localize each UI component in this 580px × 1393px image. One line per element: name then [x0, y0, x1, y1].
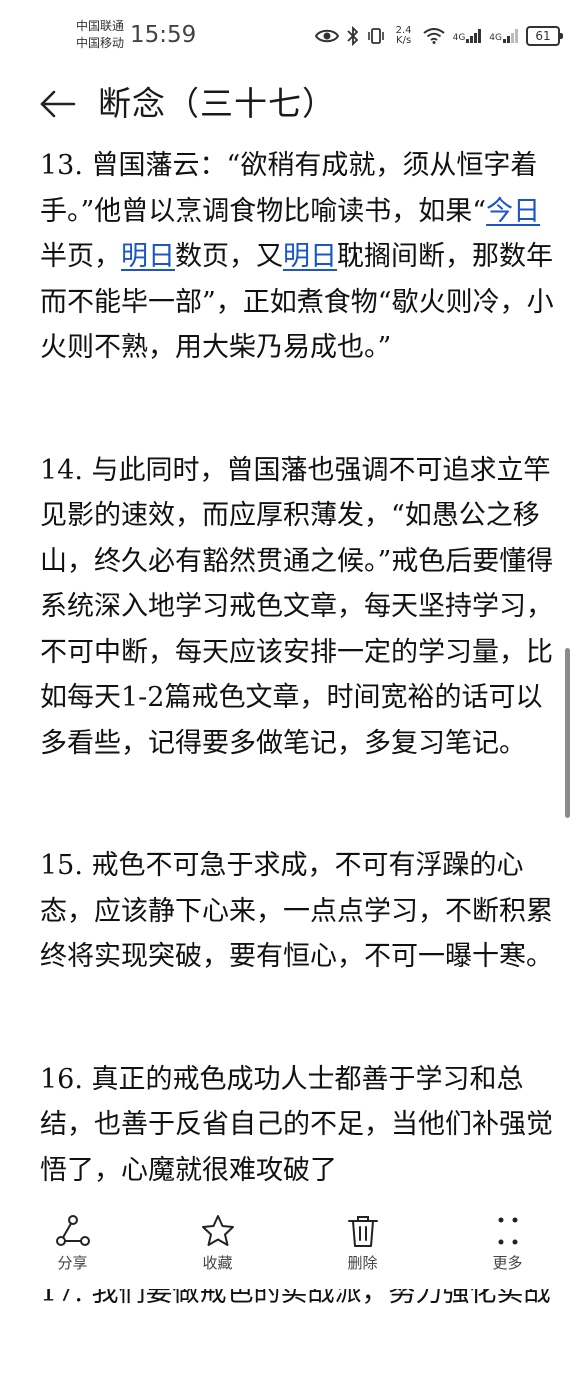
net-speed-unit: K/s [396, 35, 412, 46]
favorite-label: 收藏 [202, 1254, 233, 1272]
net-speed: 2.4 K/s [393, 26, 415, 46]
trash-icon [347, 1216, 378, 1247]
share-button[interactable]: 分享 [0, 1200, 145, 1289]
carrier-labels: 中国联通 中国移动 [76, 18, 124, 52]
carrier-2: 中国移动 [76, 36, 125, 50]
link-tomorrow-2[interactable]: 明日 [283, 241, 337, 272]
signal-2: 4G [489, 29, 518, 43]
delete-label: 删除 [347, 1254, 378, 1272]
battery-icon: 61 [526, 26, 563, 46]
status-bar: 中国联通 中国移动 15:59 2.4 K/s 4G 4G 61 [0, 0, 580, 70]
back-button[interactable] [38, 84, 78, 124]
more-dots-icon [498, 1217, 517, 1245]
eye-icon [314, 29, 339, 43]
paragraph-13: 13. 曾国藩云：“欲稍有成就，须从恒字着手。”他曾以烹调食物比喻读书，如果“今… [40, 143, 555, 371]
scrollbar[interactable] [565, 648, 570, 818]
app-header: 断念（三十七） [0, 72, 580, 136]
star-icon [201, 1215, 234, 1246]
wifi-icon [422, 28, 445, 44]
favorite-button[interactable]: 收藏 [145, 1200, 290, 1289]
more-label: 更多 [492, 1254, 523, 1272]
paragraph-text: 数页，又 [175, 241, 283, 272]
more-button[interactable]: 更多 [435, 1200, 580, 1289]
bottom-toolbar: 分享 收藏 删除 更多 [0, 1200, 580, 1289]
vibrate-icon [367, 28, 384, 44]
delete-button[interactable]: 删除 [290, 1200, 435, 1289]
bluetooth-icon [346, 26, 358, 46]
signal-1: 4G [453, 29, 482, 43]
paragraph-15: 15. 戒色不可急于求成，不可有浮躁的心态，应该静下心来，一点点学习，不断积累终… [40, 850, 553, 972]
page-title: 断念（三十七） [98, 84, 336, 123]
signal-1-label: 4G [452, 33, 466, 43]
paragraph-text: 13. 曾国藩云：“欲稍有成就，须从恒字着手。”他曾以烹调食物比喻读书，如果“ [40, 150, 538, 227]
share-icon [55, 1215, 90, 1246]
signal-bars-icon [466, 29, 482, 43]
paragraph-text: 半页， [40, 241, 121, 272]
share-label: 分享 [57, 1254, 88, 1272]
signal-2-label: 4G [489, 33, 502, 43]
link-today[interactable]: 今日 [486, 196, 540, 227]
back-arrow-icon [40, 90, 76, 118]
status-icons: 2.4 K/s 4G 4G 61 [314, 22, 563, 50]
link-tomorrow-1[interactable]: 明日 [121, 241, 175, 272]
carrier-1: 中国联通 [76, 19, 125, 33]
signal-bars-icon [503, 29, 518, 43]
paragraph-14: 14. 与此同时，曾国藩也强调不可追求立竿见影的速效，而应厚积薄发，“如愚公之移… [40, 454, 554, 759]
status-time: 15:59 [130, 22, 197, 48]
paragraph-16: 16. 真正的戒色成功人士都善于学习和总结，也善于反省自己的不足，当他们补强觉悟… [40, 1063, 553, 1186]
